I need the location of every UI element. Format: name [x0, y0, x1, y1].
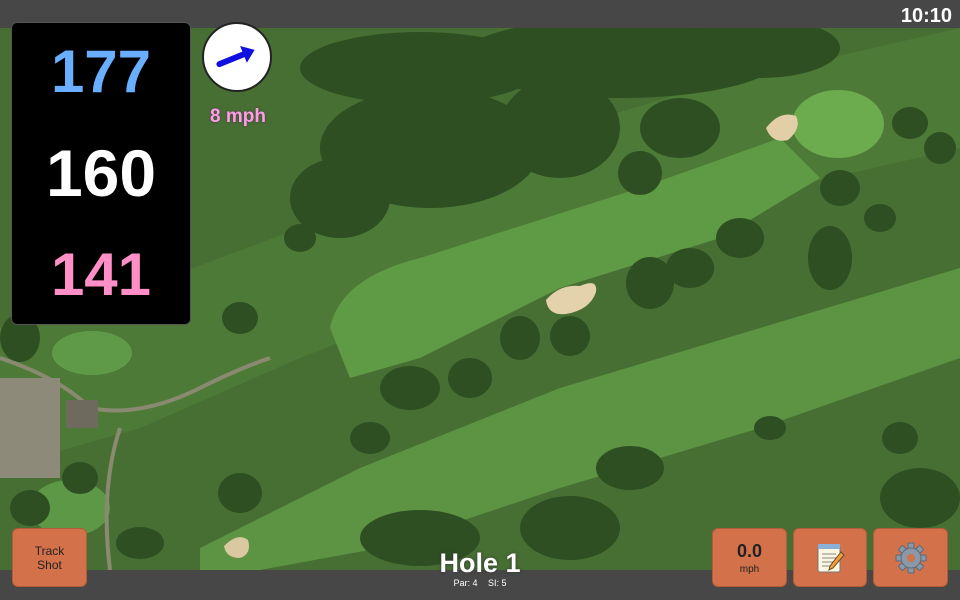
hole-details: Par: 4 SI: 5 [420, 578, 540, 588]
hole-stroke-index: SI: 5 [488, 578, 507, 588]
hole-title: Hole 1 [439, 548, 521, 578]
distance-panel: 177 160 141 [11, 22, 191, 325]
middle-distance: 160 [45, 136, 157, 211]
notepad-icon [817, 543, 845, 572]
clock: 10:10 [900, 5, 952, 27]
wind-indicator [202, 22, 272, 92]
speed-button[interactable]: 0.0 mph [712, 528, 787, 587]
back-distance: 177 [50, 38, 152, 106]
speed-unit: mph [739, 563, 760, 575]
hole-info: Hole 1 Par: 4 SI: 5 [420, 548, 540, 588]
settings-button[interactable] [873, 528, 948, 587]
track-shot-label-line1: Track [34, 543, 65, 558]
gear-icon [895, 542, 926, 573]
speed-value: 0.0 [736, 540, 763, 561]
track-shot-button[interactable]: Track Shot [12, 528, 87, 587]
wind-arrow-icon [216, 46, 255, 68]
track-shot-label-line2: Shot [37, 557, 62, 572]
front-distance: 141 [50, 240, 152, 308]
hole-par: Par: 4 [453, 578, 478, 588]
notes-button[interactable] [793, 528, 867, 587]
wind-speed-label: 8 mph [210, 106, 266, 127]
